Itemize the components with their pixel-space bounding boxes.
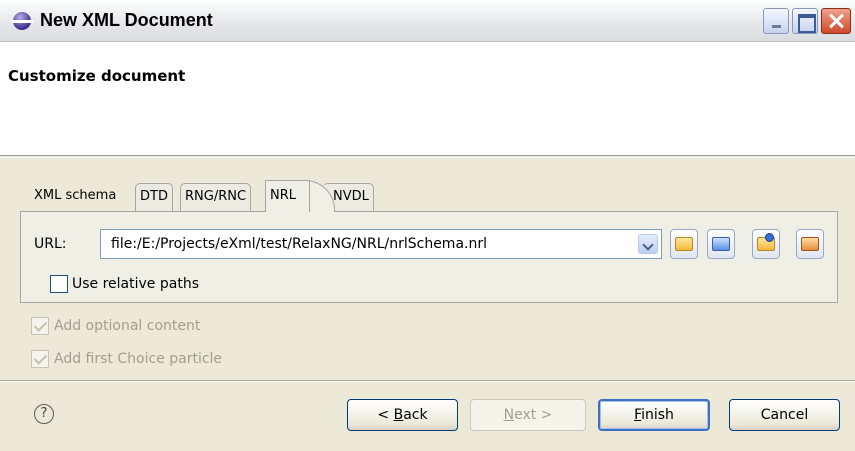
url-combo[interactable]: file:/E:/Projects/eXml/test/RelaxNG/NRL/… — [100, 229, 662, 259]
maximize-button[interactable] — [792, 8, 818, 34]
tab-dtd[interactable]: DTD — [135, 183, 173, 211]
new-xml-document-dialog: New XML Document Customize document XML … — [0, 0, 855, 451]
minimize-button[interactable] — [763, 8, 789, 34]
footer-divider-highlight — [0, 381, 855, 382]
use-relative-paths-label: Use relative paths — [72, 276, 199, 292]
tab-nrl[interactable]: NRL — [265, 180, 310, 212]
add-optional-content-label: Add optional content — [54, 318, 201, 334]
back-suffix: ack — [403, 407, 428, 423]
globe-icon — [765, 233, 774, 242]
cancel-button[interactable]: Cancel — [729, 399, 840, 431]
folder-open-icon — [675, 237, 693, 251]
archive-icon — [801, 237, 819, 251]
add-optional-content-checkbox[interactable] — [31, 317, 49, 335]
add-first-choice-label: Add first Choice particle — [54, 351, 223, 367]
next-suffix: ext > — [514, 407, 553, 423]
next-button[interactable]: Next > — [470, 399, 586, 431]
url-label: URL: — [34, 236, 67, 252]
use-relative-paths-checkbox[interactable] — [50, 275, 68, 293]
browse-button[interactable] — [707, 229, 735, 259]
open-url-button[interactable] — [752, 229, 780, 259]
next-mnemonic: N — [503, 407, 515, 423]
header-banner: Customize document — [0, 42, 855, 156]
divider — [0, 157, 855, 158]
tab-xml-schema[interactable]: XML schema — [30, 183, 120, 211]
back-button[interactable]: < Back — [347, 399, 458, 431]
open-file-button[interactable] — [670, 229, 698, 259]
app-icon — [11, 12, 33, 30]
add-first-choice-checkbox[interactable] — [31, 350, 49, 368]
help-icon[interactable]: ? — [34, 404, 54, 424]
archive-button[interactable] — [796, 229, 824, 259]
tab-rng-rnc[interactable]: RNG/RNC — [180, 183, 252, 211]
title-bar[interactable]: New XML Document — [0, 0, 855, 42]
close-button[interactable] — [821, 8, 851, 34]
finish-suffix: inish — [641, 407, 674, 423]
finish-button[interactable]: Finish — [598, 399, 710, 431]
page-title: Customize document — [8, 67, 186, 85]
url-input[interactable]: file:/E:/Projects/eXml/test/RelaxNG/NRL/… — [111, 236, 487, 252]
folder-browse-icon — [712, 237, 730, 251]
back-mnemonic: B — [393, 407, 404, 423]
back-prefix: < — [377, 407, 394, 423]
window-title: New XML Document — [40, 10, 213, 30]
chevron-down-icon[interactable] — [638, 234, 658, 254]
